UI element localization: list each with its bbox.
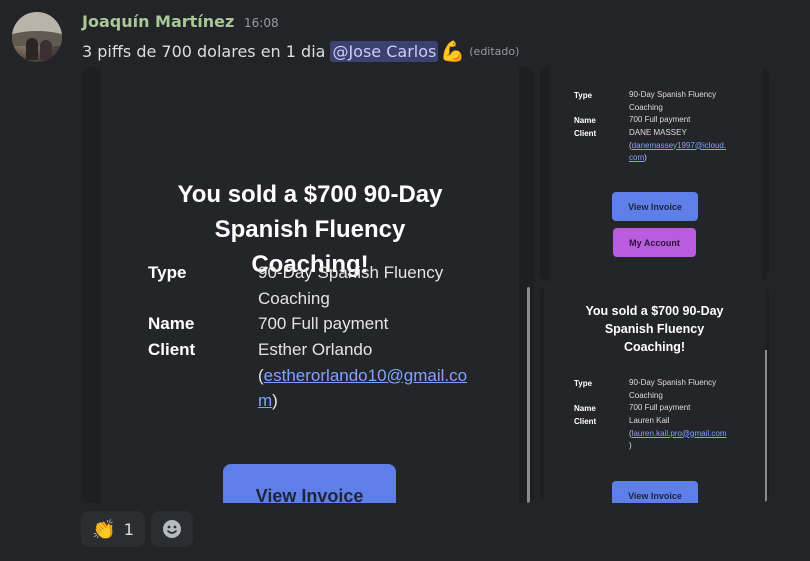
view-invoice-button[interactable]: View Invoice <box>612 192 698 221</box>
client-email-link[interactable]: m <box>258 391 272 410</box>
message-text: 3 piffs de 700 dolares en 1 dia <box>82 41 326 61</box>
client-name: Lauren Kail <box>629 416 670 425</box>
type-value-line: 90-Day Spanish Fluency <box>258 263 444 282</box>
type-value-line: 90-Day Spanish Fluency <box>629 378 717 387</box>
reaction-count: 1 <box>123 519 134 539</box>
scrollbar <box>765 350 767 503</box>
sale-title-line: Spanish Fluency <box>214 216 406 243</box>
client-email-line: (danemassey1997@icloud. <box>629 140 726 153</box>
attachment-image-bottom-right[interactable]: You sold a $700 90-Day Spanish Fluency C… <box>540 286 769 503</box>
name-value: 700 Full payment <box>258 314 389 333</box>
edited-label: (editado) <box>469 44 520 58</box>
my-account-button[interactable]: My Account <box>613 228 696 257</box>
client-label: Client <box>574 129 597 138</box>
sale-title: You sold a $700 90-Day Spanish Fluency C… <box>544 302 765 356</box>
sale-title-line: Spanish Fluency <box>604 322 705 336</box>
type-value: 90-Day Spanish Fluency Coaching <box>629 89 716 114</box>
client-email-line: (estherorlando10@gmail.co <box>258 363 467 389</box>
type-label: Type <box>148 263 187 282</box>
client-name: Esther Orlando <box>258 340 373 359</box>
name-label: Name <box>574 404 596 413</box>
sale-title-line: You sold a $700 90-Day <box>177 181 443 208</box>
avatar-person <box>26 38 38 60</box>
reaction-clap[interactable]: 👏 1 <box>81 511 145 547</box>
flexed-biceps-icon: 💪 <box>440 39 466 63</box>
paren: ) <box>272 391 278 410</box>
username[interactable]: Joaquín Martínez <box>82 12 234 31</box>
clapping-hands-icon: 👏 <box>92 518 116 541</box>
type-label: Type <box>574 379 593 388</box>
user-mention[interactable]: @Jose Carlos <box>330 40 439 62</box>
type-value: 90-Day Spanish Fluency Coaching <box>629 377 716 402</box>
attachment-image-main[interactable]: You sold a $700 90-Day Spanish Fluency C… <box>82 67 534 503</box>
client-email-link[interactable]: estherorlando10@gmail.co <box>264 366 467 385</box>
name-value: 700 Full payment <box>629 115 691 124</box>
avatar-person <box>40 40 52 60</box>
scrollbar <box>527 287 530 503</box>
attachment-image-top-right[interactable]: Type 90-Day Spanish Fluency Coaching Nam… <box>540 67 769 281</box>
smiley-icon <box>163 520 181 538</box>
view-invoice-button[interactable]: View Invoice <box>612 481 698 503</box>
type-value-line: Coaching <box>629 102 663 112</box>
client-email-line: m) <box>258 388 467 414</box>
client-email-link[interactable]: com <box>629 153 644 162</box>
client-value: Esther Orlando (estherorlando10@gmail.co… <box>258 337 467 414</box>
view-invoice-button[interactable]: View Invoice <box>223 464 396 503</box>
client-email-line: (lauren.kail.pro@gmail.com <box>629 428 727 441</box>
paren: ) <box>644 153 647 162</box>
client-email-line: com) <box>629 152 726 165</box>
name-value: 700 Full payment <box>629 403 691 412</box>
client-label: Client <box>574 417 597 426</box>
client-email-link[interactable]: danemassey1997@icloud. <box>632 141 726 150</box>
avatar[interactable] <box>12 12 62 62</box>
client-name: DANE MASSEY <box>629 128 687 137</box>
name-label: Name <box>574 116 596 125</box>
type-value-line: 90-Day Spanish Fluency <box>629 90 717 99</box>
sale-title-line: You sold a $700 90-Day <box>585 304 724 318</box>
name-label: Name <box>148 314 195 333</box>
message-timestamp[interactable]: 16:08 <box>244 16 279 30</box>
paren: ) <box>629 441 632 450</box>
sale-title-line: Coaching! <box>623 340 686 354</box>
client-value: DANE MASSEY (danemassey1997@icloud. com) <box>629 127 726 165</box>
type-value-line: Coaching <box>258 288 330 308</box>
add-reaction-button[interactable] <box>151 511 193 547</box>
type-value: 90-Day Spanish Fluency Coaching <box>258 260 443 311</box>
message-content: 3 piffs de 700 dolares en 1 dia @Jose Ca… <box>82 39 519 63</box>
type-label: Type <box>574 91 593 100</box>
type-value-line: Coaching <box>629 390 663 400</box>
client-value: Lauren Kail (lauren.kail.pro@gmail.com ) <box>629 415 727 453</box>
client-email-link[interactable]: lauren.kail.pro@gmail.com <box>632 429 727 438</box>
client-label: Client <box>148 340 196 359</box>
